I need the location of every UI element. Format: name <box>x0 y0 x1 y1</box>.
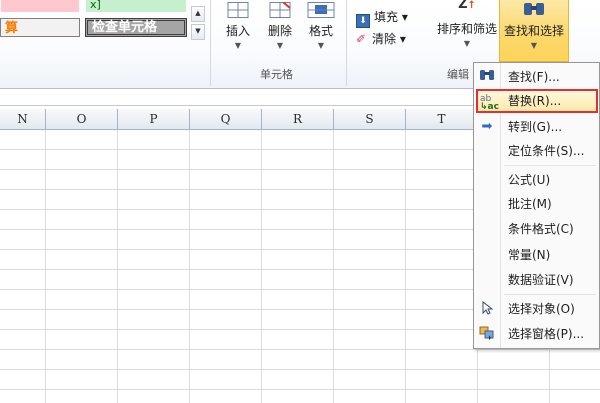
menu-item-label: 替换(R)... <box>508 94 562 108</box>
find-select-label: 查找和选择 <box>503 24 564 38</box>
format-button[interactable]: 格式 ▼ <box>303 2 339 50</box>
style-calculation-cell[interactable]: 算 <box>0 18 80 37</box>
replace-icon: ab ↳ac <box>480 94 499 112</box>
menu-item-label: 公式(U) <box>508 173 551 187</box>
cells-group-label: 单元格 <box>260 68 293 81</box>
column-header[interactable]: T <box>406 109 478 129</box>
chevron-down-icon: ▼ <box>234 41 242 50</box>
binoculars-icon <box>524 3 544 15</box>
menu-item-constants[interactable]: 常量(N) <box>476 243 598 267</box>
menu-item-conditional-formatting[interactable]: 条件格式(C) <box>476 217 598 241</box>
menu-item-replace[interactable]: ab ↳ac 替换(R)... <box>476 89 598 113</box>
fill-button[interactable]: ⬇ 填充 ▾ <box>356 8 408 28</box>
editing-group-label: 编辑 <box>447 68 469 81</box>
menu-separator <box>504 294 596 295</box>
menu-item-selection-pane[interactable]: 选择窗格(P)... <box>476 322 598 346</box>
find-select-menu: 查找(F)... ab ↳ac 替换(R)... ➡ 转到(G)... 定位条件(… <box>473 62 600 349</box>
menu-item-label: 选择窗格(P)... <box>508 327 585 341</box>
menu-item-label: 条件格式(C) <box>508 222 574 236</box>
chevron-down-icon: ▼ <box>317 41 325 50</box>
menu-item-label: 选择对象(O) <box>508 302 575 316</box>
column-header[interactable]: N <box>0 109 46 129</box>
format-cells-icon <box>307 2 335 18</box>
sort-filter-button[interactable]: Z↑ 排序和筛选 ▼ <box>435 0 499 48</box>
menu-item-label: 查找(F)... <box>508 70 560 84</box>
group-divider <box>210 0 211 86</box>
menu-item-label: 数据验证(V) <box>508 273 574 287</box>
clear-button[interactable]: ✐ 清除 ▾ <box>356 30 406 47</box>
binoculars-icon <box>478 69 496 85</box>
column-header[interactable]: S <box>334 109 406 129</box>
menu-item-select-objects[interactable]: 选择对象(O) <box>476 297 598 321</box>
menu-item-label: 定位条件(S)... <box>508 144 585 158</box>
menu-separator <box>504 165 596 166</box>
style-bad-cell[interactable] <box>0 0 80 13</box>
chevron-down-icon: ▼ <box>276 41 284 50</box>
selection-pane-icon <box>478 326 496 342</box>
style-good-label: x] <box>90 0 101 11</box>
menu-item-goto-special[interactable]: 定位条件(S)... <box>476 139 598 163</box>
column-header[interactable]: O <box>46 109 118 129</box>
insert-cells-icon <box>227 2 249 18</box>
group-divider <box>346 0 347 86</box>
chevron-down-icon: ▼ <box>463 39 471 48</box>
gallery-more-button[interactable]: ▼ <box>191 24 205 40</box>
style-check-label: 检查单元格 <box>92 20 158 35</box>
sort-az-icon: Z↑ <box>458 0 476 12</box>
menu-item-comments[interactable]: 批注(M) <box>476 192 598 216</box>
menu-item-formulas[interactable]: 公式(U) <box>476 168 598 192</box>
find-select-button[interactable]: 查找和选择 ▼ <box>499 0 569 62</box>
chevron-down-icon: ▼ <box>530 41 538 50</box>
arrow-right-icon: ➡ <box>481 119 493 134</box>
gallery-scroll-up-button[interactable]: ▲ <box>191 6 205 22</box>
clear-label: 清除 ▾ <box>372 32 406 46</box>
style-calculation-label: 算 <box>5 21 19 36</box>
eraser-icon: ✐ <box>356 32 367 46</box>
style-check-cell[interactable]: 检查单元格 <box>85 18 187 37</box>
insert-button[interactable]: 插入 ▼ <box>221 2 255 50</box>
column-header[interactable]: P <box>118 109 190 129</box>
format-label: 格式 <box>308 24 333 38</box>
menu-item-label: 常量(N) <box>508 248 551 262</box>
insert-label: 插入 <box>225 24 250 38</box>
menu-item-label: 转到(G)... <box>508 120 563 134</box>
delete-label: 删除 <box>267 24 292 38</box>
column-header[interactable]: Q <box>190 109 262 129</box>
menu-item-goto[interactable]: ➡ 转到(G)... <box>476 115 598 139</box>
delete-button[interactable]: 删除 ▼ <box>263 2 297 50</box>
style-good-cell[interactable]: x] <box>85 0 187 13</box>
menu-item-data-validation[interactable]: 数据验证(V) <box>476 268 598 292</box>
fill-down-icon: ⬇ <box>356 14 370 28</box>
menu-item-label: 批注(M) <box>508 197 552 211</box>
cursor-icon <box>478 300 496 317</box>
fill-label: 填充 ▾ <box>374 10 408 24</box>
delete-cells-icon <box>269 2 291 18</box>
column-header[interactable]: R <box>262 109 334 129</box>
sort-filter-label: 排序和筛选 <box>436 22 497 36</box>
menu-item-find[interactable]: 查找(F)... <box>476 65 598 89</box>
